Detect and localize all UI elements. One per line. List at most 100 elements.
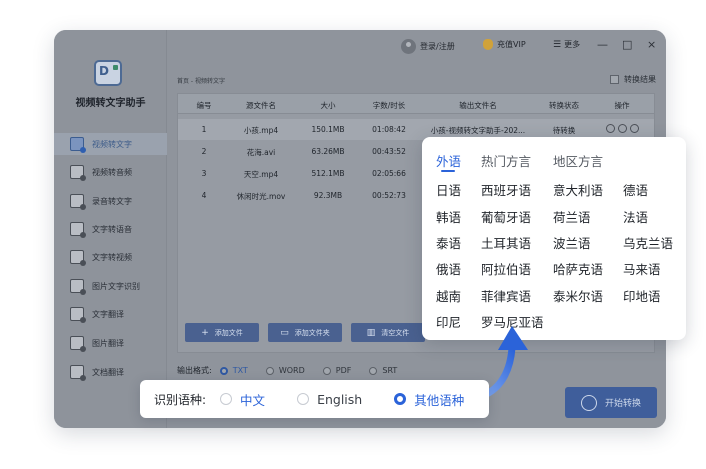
language-option-filipino[interactable]: 菲律宾语 <box>481 286 531 305</box>
sidebar-item-image-ocr[interactable]: 图片文字识别 <box>54 275 167 297</box>
plus-icon: + <box>201 327 209 338</box>
language-option-kazakh[interactable]: 哈萨克语 <box>553 259 603 278</box>
sidebar-item-label: 文字翻译 <box>92 309 124 319</box>
translate-icon <box>70 307 86 323</box>
format-option-word[interactable]: WORD <box>265 366 305 375</box>
language-panel: 外语 热门方言 地区方言 日语 西班牙语 意大利语 德语 韩语 葡萄牙语 荷兰语… <box>422 137 686 340</box>
language-option-russian[interactable]: 俄语 <box>436 259 461 278</box>
format-option-label: TXT <box>232 366 248 375</box>
sidebar-item-label: 视频转文字 <box>92 139 132 149</box>
column-header: 输出文件名 <box>459 101 497 110</box>
language-option-malay[interactable]: 马来语 <box>623 259 661 278</box>
video-text-icon <box>70 137 86 153</box>
language-option-italian[interactable]: 意大利语 <box>553 180 603 199</box>
language-option-tamil[interactable]: 泰米尔语 <box>553 286 603 305</box>
start-convert-button[interactable]: 开始转换 <box>565 387 657 418</box>
row-size: 512.1MB <box>311 169 345 178</box>
language-option-ukrainian[interactable]: 乌克兰语 <box>623 233 673 252</box>
add-file-button[interactable]: + 添加文件 <box>185 323 259 342</box>
tab-foreign[interactable]: 外语 <box>436 151 461 170</box>
output-format-label: 输出格式: <box>177 366 212 375</box>
speech-icon <box>70 222 86 238</box>
trash-icon: ▥ <box>366 327 376 338</box>
row-filename: 花海.avi <box>246 148 276 157</box>
row-number: 2 <box>201 147 207 156</box>
column-header: 字数/时长 <box>372 101 406 110</box>
row-output-name: 小孩-视频转文字助手-202... <box>430 126 526 135</box>
sidebar: D 视频转文字助手 视频转文字 视频转音频 录音转文字 文字转语音 文字转视频 … <box>54 30 167 428</box>
row-number: 4 <box>201 191 207 200</box>
folder-icon[interactable] <box>618 124 627 133</box>
table-header: 编号 源文件名 大小 字数/时长 输出文件名 转换状态 操作 <box>178 94 654 114</box>
add-file-label: 添加文件 <box>214 328 243 337</box>
screenshot-stage: D 视频转文字助手 视频转文字 视频转音频 录音转文字 文字转语音 文字转视频 … <box>0 0 706 469</box>
format-option-srt[interactable]: SRT <box>369 366 397 375</box>
sidebar-item-recording-to-text[interactable]: 录音转文字 <box>54 190 167 212</box>
language-option-indonesian[interactable]: 印尼 <box>436 312 461 331</box>
sidebar-item-text-translate[interactable]: 文字翻译 <box>54 303 167 325</box>
vip-label: 充值VIP <box>497 40 526 49</box>
maximize-button[interactable]: □ <box>622 38 632 51</box>
convert-icon <box>580 394 597 411</box>
column-header: 源文件名 <box>246 101 276 110</box>
format-option-label: PDF <box>335 366 352 375</box>
tab-popular-dialects[interactable]: 热门方言 <box>481 151 531 170</box>
format-option-label: WORD <box>278 366 305 375</box>
language-option-vietnamese[interactable]: 越南 <box>436 286 461 305</box>
recognition-option-other[interactable]: 其他语种 <box>394 390 464 409</box>
language-option-french[interactable]: 法语 <box>623 207 648 226</box>
row-filename: 休闲时光.mov <box>236 192 286 201</box>
minimize-button[interactable]: — <box>597 38 608 51</box>
add-folder-button[interactable]: ▭ 添加文件夹 <box>268 323 342 342</box>
sidebar-item-text-to-video[interactable]: 文字转视频 <box>54 246 167 268</box>
recognition-label: 识别语种: <box>154 392 207 407</box>
image-text-icon <box>70 279 86 295</box>
sidebar-item-label: 视频转音频 <box>92 167 132 177</box>
language-option-polish[interactable]: 波兰语 <box>553 233 591 252</box>
language-option-portuguese[interactable]: 葡萄牙语 <box>481 207 531 226</box>
sidebar-item-text-to-speech[interactable]: 文字转语音 <box>54 218 167 240</box>
document-icon <box>70 365 86 381</box>
column-header: 编号 <box>196 101 212 110</box>
folder-add-icon: ▭ <box>280 327 289 338</box>
column-header: 转换状态 <box>549 101 579 110</box>
language-option-german[interactable]: 德语 <box>623 180 648 199</box>
sidebar-item-image-translate[interactable]: 图片翻译 <box>54 332 167 354</box>
tab-regional-dialects[interactable]: 地区方言 <box>553 151 603 170</box>
format-option-txt[interactable]: TXT <box>219 366 248 375</box>
language-option-spanish[interactable]: 西班牙语 <box>481 180 531 199</box>
breadcrumb: 首页 - 视频转文字 <box>177 78 225 85</box>
language-option-hindi[interactable]: 印地语 <box>623 286 661 305</box>
active-tab-indicator <box>441 170 455 172</box>
language-option-thai[interactable]: 泰语 <box>436 233 461 252</box>
vip-shield-icon <box>483 39 493 50</box>
language-option-arabic[interactable]: 阿拉伯语 <box>481 259 531 278</box>
login-button[interactable]: 登录/注册 <box>401 39 455 54</box>
vip-button[interactable]: 充值VIP <box>483 39 526 50</box>
recognition-option-label: 其他语种 <box>414 392 465 408</box>
row-size: 63.26MB <box>311 147 345 156</box>
menu-icon: ☰ <box>553 39 562 50</box>
language-option-japanese[interactable]: 日语 <box>436 180 461 199</box>
language-option-korean[interactable]: 韩语 <box>436 207 461 226</box>
recognition-option-chinese[interactable]: 中文 <box>220 390 265 409</box>
radio-icon <box>220 393 233 405</box>
more-menu-button[interactable]: ☰ 更多 <box>553 39 580 50</box>
clear-files-button[interactable]: ▥ 清空文件 <box>351 323 425 342</box>
language-option-turkish[interactable]: 土耳其语 <box>481 233 531 252</box>
recognition-option-english[interactable]: English <box>297 392 362 407</box>
row-size: 92.3MB <box>313 191 343 200</box>
close-button[interactable]: × <box>647 38 656 51</box>
delete-icon[interactable] <box>630 124 639 133</box>
format-option-pdf[interactable]: PDF <box>322 366 352 375</box>
toggle-result-checkbox[interactable]: 转换结果 <box>610 74 656 85</box>
image-translate-icon <box>70 336 86 352</box>
sidebar-item-video-to-text[interactable]: 视频转文字 <box>54 133 167 155</box>
row-filename: 天空.mp4 <box>243 170 279 179</box>
more-label: 更多 <box>564 40 581 49</box>
login-label: 登录/注册 <box>420 42 455 51</box>
sidebar-item-video-to-audio[interactable]: 视频转音频 <box>54 161 167 183</box>
row-duration: 01:08:42 <box>372 125 406 134</box>
language-option-dutch[interactable]: 荷兰语 <box>553 207 591 226</box>
preview-icon[interactable] <box>606 124 615 133</box>
